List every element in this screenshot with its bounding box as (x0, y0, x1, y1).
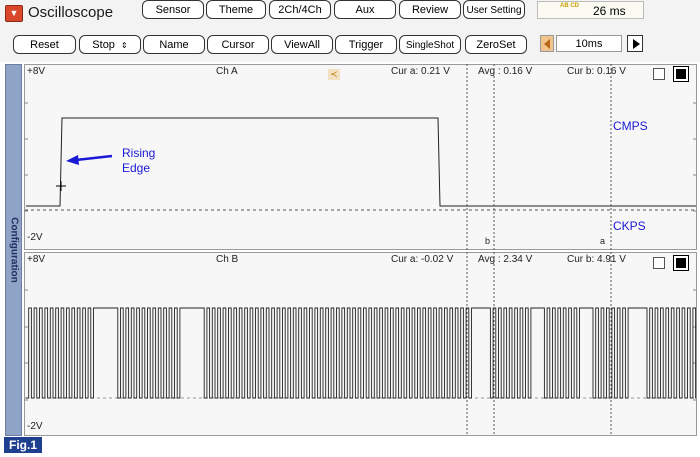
channel-b-checkbox[interactable] (653, 257, 665, 269)
rising-edge-annotation: Rising Edge (122, 146, 156, 175)
channel-a-title: Ch A (216, 66, 238, 77)
figure-label: Fig.1 (4, 437, 43, 453)
channel-b-cursor-b: Cur b: 4.91 V (567, 254, 626, 265)
channel-b-maximize-icon[interactable] (673, 255, 689, 271)
signal-icon: ≺ (328, 69, 340, 80)
channel-a-checkbox[interactable] (653, 68, 665, 80)
channel-b-max: +8V (27, 254, 46, 265)
channel-a-maximize-icon[interactable] (673, 66, 689, 82)
rising-edge-arrow (66, 154, 113, 165)
channel-a-cursor-b: Cur b: 0.16 V (567, 66, 626, 77)
cursor-a-marker: a (600, 236, 606, 246)
channel-a-average: Avg : 0.16 V (478, 66, 533, 77)
channel-b-average: Avg : 2.34 V (478, 254, 533, 265)
ckps-trace (26, 307, 697, 399)
channel-b-min: -2V (27, 421, 43, 432)
cmps-label: CMPS (613, 119, 648, 133)
channel-b-cursor-a: Cur a: -0.02 V (391, 254, 454, 265)
channel-b-title: Ch B (216, 254, 239, 265)
ckps-waveform (26, 307, 697, 399)
channel-a-max: +8V (27, 66, 46, 77)
channel-a-cursor-a: Cur a: 0.21 V (391, 66, 450, 77)
cursor-b-marker: b (485, 236, 491, 246)
channel-a-min: -2V (27, 232, 43, 243)
ckps-label: CKPS (613, 219, 646, 233)
crosshair-icon (56, 181, 66, 191)
